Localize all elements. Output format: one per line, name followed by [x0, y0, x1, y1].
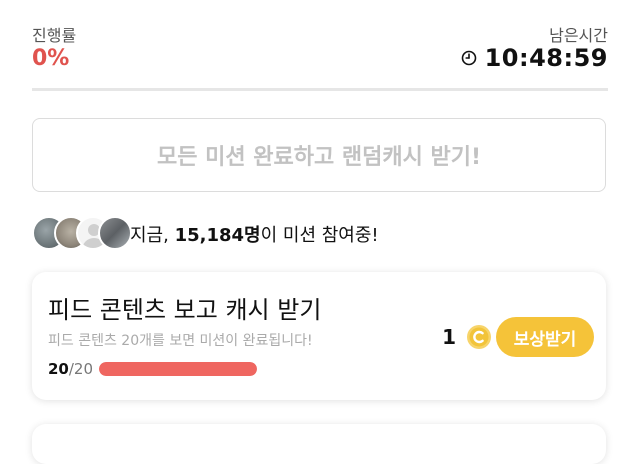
progress-total: /20	[68, 360, 94, 378]
mission-card: 피드 콘텐츠 보고 캐시 받기 피드 콘텐츠 20개를 보면 미션이 완료됩니다…	[32, 272, 606, 400]
reward-amount: 1	[442, 325, 456, 349]
mission-description: 피드 콘텐츠 20개를 보면 미션이 완료됩니다!	[48, 333, 313, 349]
progress-label: 진행률	[32, 26, 77, 45]
avatar-stack	[32, 214, 132, 254]
participants-suffix: 이 미션 참여중!	[260, 225, 379, 246]
participants-text: 지금, 15,184명이 미션 참여중!	[130, 221, 379, 247]
next-mission-card	[32, 424, 606, 464]
avatar	[98, 216, 132, 250]
remaining-time-label: 남은시간	[549, 26, 608, 45]
participants-count: 15,184명	[174, 225, 261, 246]
mission-title: 피드 콘텐츠 보고 캐시 받기	[48, 296, 322, 324]
progress-current: 20	[48, 360, 69, 378]
progress-bar-fill	[99, 362, 258, 376]
mission-progress: 20/20	[48, 360, 258, 378]
random-cash-button[interactable]: 모든 미션 완료하고 랜덤캐시 받기!	[32, 118, 606, 192]
divider	[32, 88, 608, 91]
claim-reward-button[interactable]: 보상받기	[496, 317, 594, 357]
reward: 1	[442, 324, 492, 350]
coin-icon	[467, 325, 491, 349]
remaining-time-value: 10:48:59	[484, 44, 608, 72]
remaining-time: 10:48:59	[461, 44, 608, 72]
header: 진행률 0% 남은시간 10:48:59	[32, 18, 608, 74]
participants-row: 지금, 15,184명이 미션 참여중!	[32, 212, 379, 256]
clock-icon	[461, 50, 476, 66]
participants-prefix: 지금,	[130, 225, 175, 246]
progress-bar	[99, 362, 258, 376]
progress-value: 0%	[32, 46, 70, 71]
